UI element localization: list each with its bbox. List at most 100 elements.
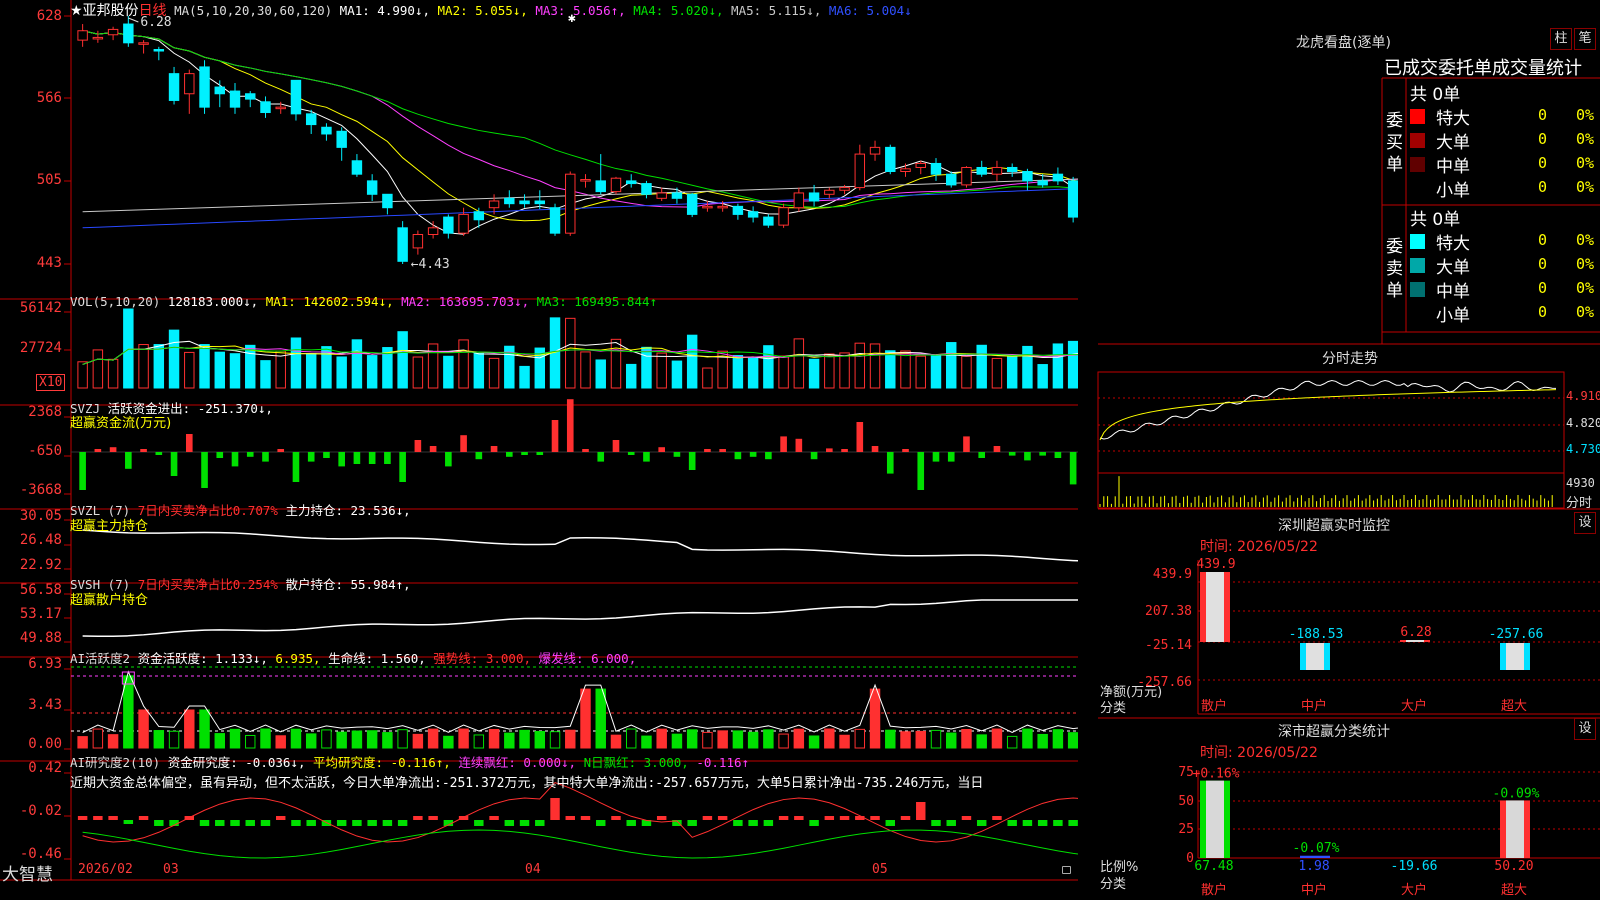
activity-bar: [671, 733, 683, 749]
monitor-bar: [1500, 643, 1530, 670]
class-ytick: 25: [1178, 822, 1194, 837]
activity-bar: [808, 735, 820, 749]
lock-icon[interactable]: [1062, 866, 1071, 874]
stock-name[interactable]: ★亚邦股份: [70, 3, 139, 19]
activity-bar: [519, 729, 530, 749]
svzl-subtitle: 超赢主力持仓: [70, 519, 149, 534]
order-size-label: 大单: [1436, 133, 1470, 153]
research-line-red: [82, 781, 1078, 843]
flow-bar: [963, 436, 970, 452]
candle-body: [961, 166, 972, 186]
research-bar: [245, 820, 255, 826]
flow-bar: [384, 452, 391, 464]
intraday-title: 分时走势: [1322, 351, 1378, 367]
research-bar: [1007, 820, 1017, 826]
activity-bar: [473, 734, 485, 749]
research-bar: [824, 816, 835, 820]
svsh-axis-bottom: 49.88: [19, 630, 62, 646]
class-settings-button[interactable]: 设: [1574, 718, 1596, 740]
monitor-bar-label: -188.53: [1289, 627, 1344, 642]
class-bar-highlight: [1506, 800, 1524, 858]
monitor-bar: [1300, 643, 1330, 670]
activity-bar: [839, 734, 850, 749]
flow-bar: [185, 434, 193, 452]
activity-bar: [184, 709, 195, 749]
tick-view-button[interactable]: 笔: [1574, 28, 1596, 50]
research-bar: [306, 820, 316, 826]
class-category: 中户: [1301, 882, 1327, 898]
order-size-label: 中单: [1436, 282, 1470, 302]
monitor-bar-highlight: [1506, 643, 1524, 670]
research-bar: [413, 816, 423, 820]
activity-bar: [412, 733, 424, 749]
ai1-header: AI活跃度2 资金活跃度: 1.133↓, 6.935, 生命线: 1.560,…: [70, 648, 636, 667]
candle-body: [366, 180, 378, 195]
volume-bar: [1006, 355, 1018, 389]
research-bar: [428, 816, 438, 820]
research-bar: [702, 816, 713, 820]
activity-bar: [382, 732, 393, 749]
ai1-axis-top: 6.93: [28, 656, 62, 672]
intraday-price-line: [1099, 379, 1557, 440]
activity-bar: [1052, 729, 1064, 749]
candle-body: [336, 130, 347, 148]
flow-bar: [429, 446, 437, 452]
volume-bar: [961, 355, 972, 389]
ai2-hdr-item-2: 平均研究度: -0.116↑,: [313, 755, 459, 770]
order-percent: 0%: [1576, 106, 1595, 124]
svzl-hdr-item-2: 主力持仓: 23.536↓,: [285, 503, 411, 518]
research-bar: [900, 816, 911, 820]
candle-body: [412, 234, 424, 249]
flow-bar: [170, 452, 178, 476]
activity-bar: [747, 731, 759, 749]
flow-bar: [231, 452, 239, 467]
flow-bar: [1069, 452, 1077, 485]
activity-bar: [260, 728, 271, 749]
ma-hdr-item-5: MA5: 5.115↓,: [731, 3, 829, 18]
svsh-hdr-item-2: 散户持仓: 55.984↑,: [285, 577, 411, 592]
research-bar: [565, 816, 575, 820]
volume-bar: [275, 350, 286, 389]
flow-bar: [246, 452, 254, 457]
volume-bar: [77, 361, 88, 389]
research-bar: [596, 820, 606, 826]
activity-bar: [504, 732, 515, 749]
activity-bar: [321, 729, 332, 749]
activity-bar: [397, 729, 408, 749]
flow-bar: [886, 452, 894, 474]
candle-body: [839, 187, 850, 191]
activity-bar: [991, 728, 1003, 749]
monitor-title: 深圳超赢实时监控: [1278, 518, 1390, 534]
ai1-hdr-item-4: 强势线: 3.000,: [433, 651, 539, 666]
candle-body: [946, 173, 957, 186]
period-label[interactable]: 日线: [139, 3, 167, 19]
activity-bar: [168, 730, 180, 749]
volume-bar: [305, 353, 317, 389]
volume-bar: [763, 345, 774, 389]
svzj-subtitle: 超赢资金流(万元): [70, 416, 172, 431]
volume-bar: [580, 351, 591, 389]
research-line-green: [82, 829, 1078, 859]
class-bar: [1300, 855, 1330, 858]
activity-bar: [946, 732, 957, 749]
flow-bar: [353, 452, 361, 464]
order-percent: 0%: [1576, 178, 1595, 196]
activity-bar: [656, 728, 667, 749]
research-bar: [77, 816, 88, 820]
candle-body: [717, 205, 728, 209]
monitor-settings-button[interactable]: 设: [1574, 512, 1596, 534]
activity-bar: [305, 733, 317, 749]
ma-hdr-item-2: MA2: 5.055↓,: [437, 3, 536, 18]
monitor-ytick: 207.38: [1145, 604, 1192, 619]
candle-body: [1006, 166, 1018, 173]
main-holding-line: [82, 529, 1078, 562]
flow-bar: [140, 449, 147, 452]
bar-view-button[interactable]: 柱: [1550, 28, 1572, 50]
flow-bar: [1008, 452, 1016, 456]
research-bar: [108, 816, 118, 820]
research-bar: [794, 816, 804, 820]
legend-swatch: [1410, 109, 1425, 124]
candle-body: [580, 179, 591, 182]
flow-bar: [505, 452, 513, 457]
flow-bar: [917, 452, 925, 490]
